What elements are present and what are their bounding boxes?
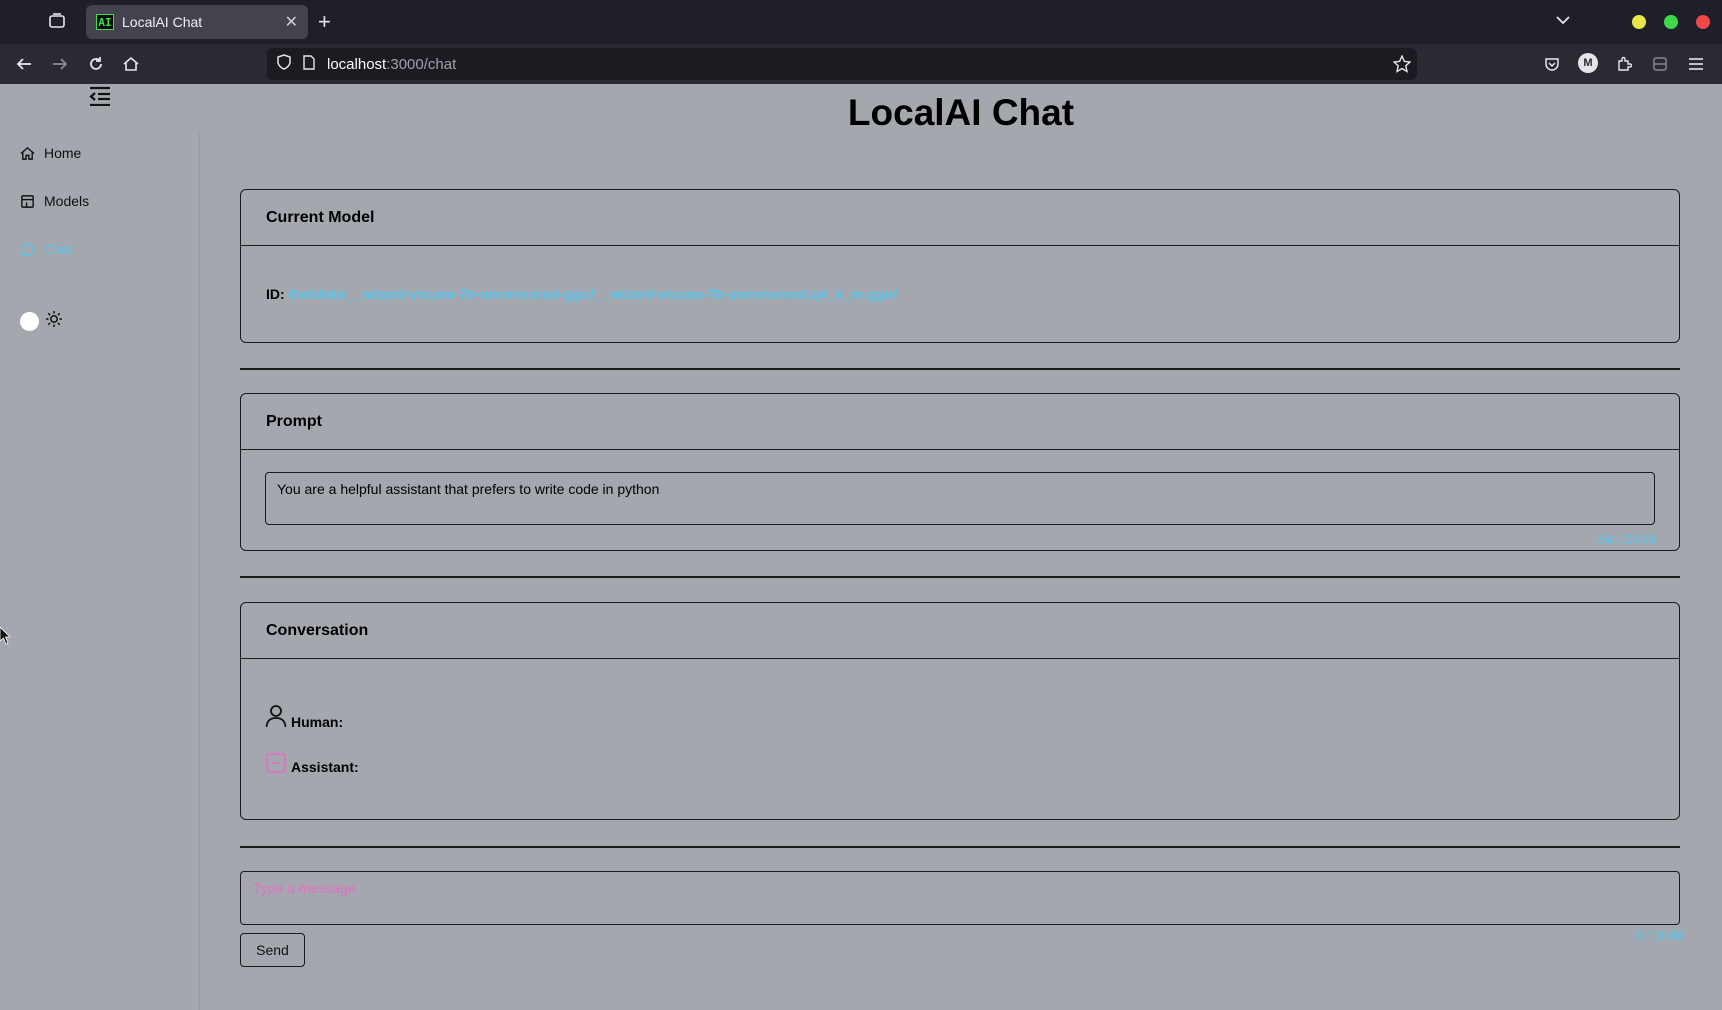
message-char-counter: 0 / 2048: [1634, 927, 1685, 943]
home-icon: [20, 146, 35, 160]
extensions-icon[interactable]: [1614, 54, 1634, 74]
current-model-card: Current Model ID: thebloke__wizard-vicun…: [240, 189, 1680, 343]
tab-close-icon[interactable]: ✕: [285, 12, 298, 32]
assistant-message: Assistant:: [265, 750, 359, 777]
sidebar-item-home[interactable]: Home: [20, 145, 81, 161]
chat-bubble-icon: [20, 242, 34, 256]
maximize-button[interactable]: [1664, 15, 1678, 29]
send-button[interactable]: Send: [240, 933, 305, 967]
main-panel: LocalAI Chat Current Model ID: thebloke_…: [200, 84, 1722, 1010]
section-divider: [240, 846, 1680, 848]
tab-list-icon[interactable]: [48, 12, 72, 32]
prompt-textarea[interactable]: You are a helpful assistant that prefers…: [265, 472, 1655, 525]
url-text: localhost:3000/chat: [327, 55, 457, 73]
new-tab-icon[interactable]: +: [318, 10, 331, 34]
mouse-cursor-icon: [0, 626, 11, 650]
sidebar-item-models[interactable]: Models: [20, 193, 89, 209]
user-icon: [265, 704, 287, 731]
collapse-sidebar-icon[interactable]: [88, 86, 112, 107]
theme-toggle[interactable]: [20, 310, 63, 333]
toggle-knob[interactable]: [20, 312, 39, 331]
pocket-icon[interactable]: [1542, 54, 1562, 74]
section-divider: [240, 368, 1680, 370]
extension-puzzle-icon[interactable]: [1650, 54, 1670, 74]
page-content: Home Models Chat LocalAI Chat Current Mo…: [0, 84, 1722, 1010]
robot-icon: [265, 750, 287, 777]
browser-tab[interactable]: AI LocalAI Chat ✕: [86, 5, 308, 39]
store-icon: [21, 194, 34, 208]
card-heading: Prompt: [241, 394, 1679, 450]
home-icon[interactable]: [121, 54, 141, 74]
hamburger-menu-icon[interactable]: [1686, 54, 1706, 74]
sidebar: Home Models Chat: [0, 84, 200, 1010]
section-divider: [240, 576, 1680, 578]
assistant-label: Assistant:: [291, 758, 359, 775]
card-heading: Conversation: [241, 603, 1679, 659]
message-input[interactable]: Type a message: [240, 871, 1680, 925]
sun-icon: [45, 310, 63, 333]
shield-icon[interactable]: [277, 54, 291, 74]
sidebar-item-label: Models: [44, 193, 90, 209]
conversation-card: Conversation Human: Assistant:: [240, 602, 1680, 820]
reload-icon[interactable]: [86, 54, 106, 74]
model-id-value[interactable]: thebloke__wizard-vicuna-7b-uncensored-gg…: [289, 286, 898, 302]
tab-title: LocalAI Chat: [122, 14, 203, 30]
sidebar-item-label: Chat: [44, 241, 74, 257]
prompt-char-counter: 64 / 2048: [1597, 531, 1656, 547]
human-message: Human:: [265, 704, 343, 731]
browser-tab-bar: AI LocalAI Chat ✕ +: [0, 0, 1722, 44]
browser-nav-bar: localhost:3000/chat M: [0, 44, 1722, 84]
forward-arrow-icon[interactable]: [50, 54, 70, 74]
model-id: ID: thebloke__wizard-vicuna-7b-uncensore…: [266, 286, 898, 302]
favicon-icon: AI: [96, 14, 114, 30]
sidebar-item-chat[interactable]: Chat: [20, 241, 74, 257]
page-icon[interactable]: [303, 54, 315, 74]
bookmark-star-icon[interactable]: [1392, 54, 1412, 77]
model-id-label: ID:: [266, 286, 285, 302]
close-window-button[interactable]: [1696, 15, 1710, 29]
back-arrow-icon[interactable]: [14, 54, 34, 74]
chevron-down-icon[interactable]: [1556, 12, 1570, 30]
card-heading: Current Model: [241, 190, 1679, 246]
page-title: LocalAI Chat: [847, 92, 1075, 133]
profile-avatar[interactable]: M: [1578, 53, 1598, 73]
url-bar[interactable]: localhost:3000/chat: [267, 48, 1417, 80]
minimize-button[interactable]: [1632, 15, 1646, 29]
human-label: Human:: [291, 713, 344, 730]
prompt-card: Prompt You are a helpful assistant that …: [240, 393, 1680, 551]
sidebar-item-label: Home: [44, 145, 82, 161]
